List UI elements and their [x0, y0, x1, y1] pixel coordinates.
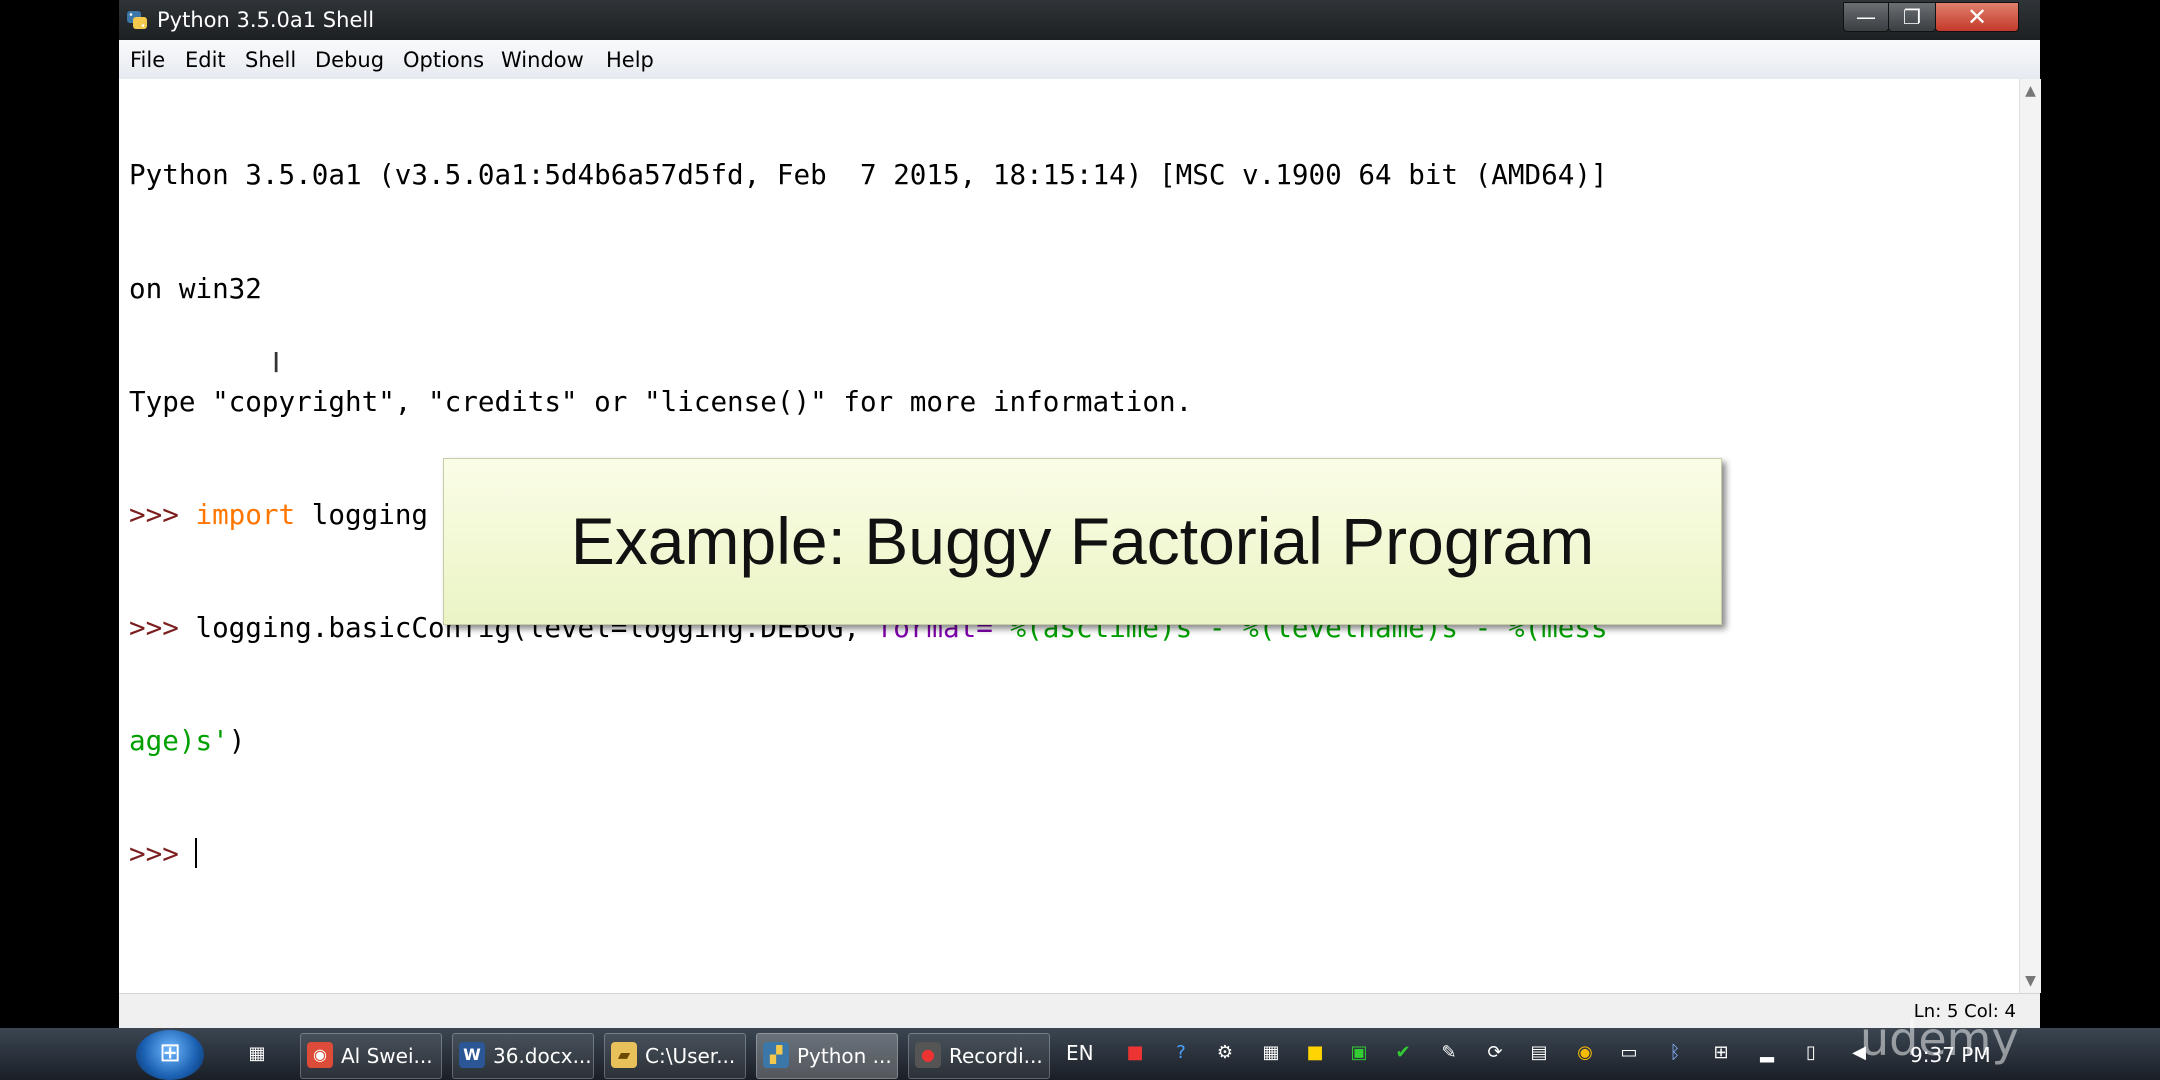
- python-icon: ▞: [763, 1042, 789, 1068]
- taskbar-item-explorer[interactable]: ▰ C:\User...: [604, 1033, 746, 1079]
- tray-check-icon[interactable]: ✔: [1390, 1040, 1416, 1066]
- taskbar-item-recorder[interactable]: ● Recordi...: [908, 1033, 1050, 1079]
- status-bar: Ln: 5 Col: 4: [119, 993, 2040, 1029]
- banner-line-3: Type "copyright", "credits" or "license(…: [129, 384, 1193, 418]
- taskbar-item-python[interactable]: ▞ Python ...: [756, 1033, 898, 1079]
- keyword: import: [195, 497, 296, 531]
- command-line-current[interactable]: >>>: [129, 835, 1608, 873]
- tray-note-icon[interactable]: ■: [1302, 1040, 1328, 1066]
- tray-app-icon[interactable]: ■: [1122, 1040, 1148, 1066]
- tray-doc-icon[interactable]: ▤: [1526, 1040, 1552, 1066]
- title-bar[interactable]: Python 3.5.0a1 Shell — ❐ ✕: [119, 0, 2040, 40]
- bluetooth-icon[interactable]: ᛒ: [1662, 1040, 1688, 1066]
- scroll-down-arrow-icon[interactable]: ▼: [2020, 973, 2041, 989]
- signal-icon[interactable]: ▂: [1754, 1040, 1780, 1066]
- folder-icon: ▰: [611, 1042, 637, 1068]
- maximize-button[interactable]: ❐: [1888, 2, 1936, 32]
- ibeam-cursor-icon: I: [272, 346, 281, 379]
- window-title: Python 3.5.0a1 Shell: [157, 8, 375, 32]
- menu-file[interactable]: File: [130, 48, 165, 72]
- tray-grid-icon[interactable]: ▦: [1258, 1040, 1284, 1066]
- close-button[interactable]: ✕: [1935, 2, 2019, 32]
- prompt: >>>: [129, 610, 196, 644]
- code-text: ): [228, 723, 246, 757]
- language-indicator[interactable]: EN: [1066, 1041, 1094, 1065]
- windows-logo-icon: ⊞: [159, 1038, 181, 1068]
- tray-green-icon[interactable]: ▣: [1346, 1040, 1372, 1066]
- tray-steam-icon[interactable]: ⚙: [1212, 1040, 1238, 1066]
- show-desktop-icon[interactable]: ▦: [244, 1041, 270, 1067]
- prompt: >>>: [129, 836, 196, 870]
- menu-edit[interactable]: Edit: [185, 48, 226, 72]
- tray-tool-icon[interactable]: ✎: [1436, 1040, 1462, 1066]
- taskbar-item-chrome[interactable]: ◉ Al Swei...: [300, 1033, 442, 1079]
- banner-line-2: on win32: [129, 271, 262, 305]
- menu-debug[interactable]: Debug: [315, 48, 384, 72]
- command-line-2-wrap: age)s'): [129, 722, 1608, 760]
- menu-options[interactable]: Options: [403, 48, 484, 72]
- word-icon: W: [459, 1042, 485, 1068]
- tray-update-icon[interactable]: ⟳: [1482, 1040, 1508, 1066]
- taskbar-item-label: C:\User...: [645, 1044, 736, 1068]
- prompt: >>>: [129, 497, 196, 531]
- taskbar-item-label: Al Swei...: [341, 1044, 433, 1068]
- udemy-watermark: udemy: [1860, 1012, 2019, 1066]
- taskbar-item-label: 36.docx...: [493, 1044, 592, 1068]
- code-text: logging: [295, 497, 429, 531]
- power-icon[interactable]: ▯: [1798, 1040, 1824, 1066]
- start-button[interactable]: ⊞: [136, 1030, 204, 1080]
- caption-text: Example: Buggy Factorial Program: [570, 504, 1595, 578]
- text-caret: [195, 837, 198, 868]
- tray-monitor-icon[interactable]: ▭: [1616, 1040, 1642, 1066]
- video-caption-banner: Example: Buggy Factorial Program: [443, 458, 1722, 625]
- string-literal: age)s': [129, 723, 229, 757]
- taskbar: ⊞ ▦ ◉ Al Swei... W 36.docx... ▰ C:\User.…: [0, 1028, 2160, 1080]
- taskbar-item-label: Python ...: [797, 1044, 892, 1068]
- python-idle-icon: [127, 11, 147, 29]
- chrome-icon: ◉: [307, 1042, 333, 1068]
- minimize-button[interactable]: —: [1843, 2, 1889, 32]
- menu-shell[interactable]: Shell: [245, 48, 296, 72]
- menu-help[interactable]: Help: [606, 48, 654, 72]
- recorder-icon: ●: [915, 1042, 941, 1068]
- menu-bar: File Edit Shell Debug Options Window Hel…: [119, 40, 2040, 80]
- scroll-up-arrow-icon[interactable]: ▲: [2020, 83, 2041, 99]
- banner-line-1: Python 3.5.0a1 (v3.5.0a1:5d4b6a57d5fd, F…: [129, 158, 1608, 192]
- vertical-scrollbar[interactable]: ▲ ▼: [2019, 79, 2041, 993]
- tray-help-icon[interactable]: ?: [1168, 1040, 1194, 1066]
- taskbar-item-label: Recordi...: [949, 1044, 1043, 1068]
- taskbar-item-word[interactable]: W 36.docx...: [452, 1033, 594, 1079]
- windows-flag-icon[interactable]: ⊞: [1708, 1040, 1734, 1066]
- tray-chrome-icon[interactable]: ◉: [1572, 1040, 1598, 1066]
- menu-window[interactable]: Window: [501, 48, 584, 72]
